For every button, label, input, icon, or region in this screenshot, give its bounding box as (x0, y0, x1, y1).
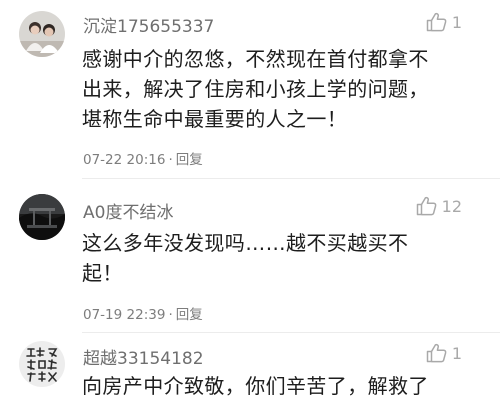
thumbs-up-icon (426, 343, 447, 363)
like-button[interactable]: 1 (426, 12, 462, 32)
comment-text: 这么多年没发现吗……越不买越买不 起！ (82, 228, 477, 288)
like-button[interactable]: 12 (416, 196, 462, 216)
comment-line: 感谢中介的忽悠，不然现在首付都拿不 (82, 47, 429, 71)
meta-separator: · (168, 152, 173, 168)
thumbs-up-icon (426, 12, 447, 32)
comment-text: 感谢中介的忽悠，不然现在首付都拿不 出来，解决了住房和小孩上学的问题， 堪称生命… (82, 44, 477, 134)
like-button[interactable]: 1 (426, 343, 462, 363)
comment-line: 堪称生命中最重要的人之一！ (82, 107, 348, 131)
avatar[interactable] (19, 11, 65, 57)
comment-line: 这么多年没发现吗……越不买越买不 (82, 231, 409, 255)
comment-line: 向房产中介致敬，你们辛苦了，解救了 (82, 374, 429, 398)
calligraphy-avatar-icon (19, 341, 65, 387)
comment-meta: 07-22 20:16 · 回复 (83, 148, 203, 168)
username[interactable]: 超越33154182 (83, 344, 204, 369)
reply-button[interactable]: 回复 (176, 152, 203, 168)
comment-line: 起！ (82, 261, 123, 285)
dark-scenery-avatar-icon (19, 194, 65, 240)
username[interactable]: A0度不结冰 (83, 198, 173, 223)
couple-photo-avatar-icon (19, 11, 65, 57)
reply-button[interactable]: 回复 (176, 307, 203, 323)
divider (82, 178, 500, 179)
meta-separator: · (168, 307, 173, 323)
comment-date: 07-22 20:16 (83, 152, 166, 168)
username[interactable]: 沉淀175655337 (83, 12, 214, 37)
comment-meta: 07-19 22:39 · 回复 (83, 303, 203, 323)
divider (82, 332, 500, 333)
avatar[interactable] (19, 341, 65, 387)
comment-line: 出来，解决了住房和小孩上学的问题， (82, 77, 429, 101)
like-count: 12 (441, 196, 462, 216)
like-count: 1 (451, 12, 462, 32)
like-count: 1 (451, 343, 462, 363)
comment-date: 07-19 22:39 (83, 307, 166, 323)
thumbs-up-icon (416, 196, 437, 216)
comment-text: 向房产中介致敬，你们辛苦了，解救了 (82, 371, 477, 401)
avatar[interactable] (19, 194, 65, 240)
